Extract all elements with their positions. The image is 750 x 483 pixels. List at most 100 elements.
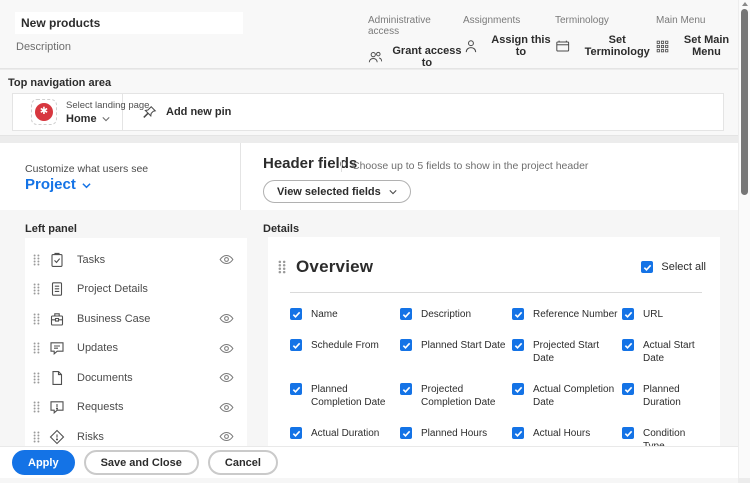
drag-handle-icon[interactable] <box>33 372 40 384</box>
field-checkbox-actual-duration[interactable]: Actual Duration <box>290 418 400 447</box>
drag-handle-icon[interactable] <box>33 342 40 354</box>
drag-handle-icon[interactable] <box>33 283 40 295</box>
save-and-close-button[interactable]: Save and Close <box>84 450 199 475</box>
left-panel-item-risks[interactable]: Risks <box>25 422 247 447</box>
assign-this-to-button[interactable]: Assign this to <box>463 34 555 58</box>
field-checkbox-actual-start-date[interactable]: Actual Start Date <box>622 330 710 374</box>
checkbox-checked-icon <box>400 308 412 320</box>
main-top-bar: Customize what users see Project Header … <box>0 143 738 210</box>
field-label: Planned Duration <box>643 383 706 409</box>
checkbox-checked-icon <box>400 427 412 439</box>
checkbox-checked-icon <box>290 383 302 395</box>
field-checkbox-description[interactable]: Description <box>400 299 512 330</box>
overview-header: Overview Select all <box>278 257 706 277</box>
left-panel-item-business-case[interactable]: Business Case <box>25 304 247 334</box>
header-menu-assignments: AssignmentsAssign this to <box>463 15 555 69</box>
checkbox-checked-icon <box>290 427 302 439</box>
scrollbar-thumb[interactable] <box>741 9 748 195</box>
field-label: Planned Hours <box>421 427 487 440</box>
description-field[interactable]: Description <box>16 41 71 53</box>
vertical-divider <box>240 143 241 210</box>
field-checkbox-planned-duration[interactable]: Planned Duration <box>622 374 710 418</box>
drag-handle-icon[interactable] <box>33 254 40 266</box>
field-checkbox-name[interactable]: Name <box>290 299 400 330</box>
field-checkbox-actual-completion-date[interactable]: Actual Completion Date <box>512 374 622 418</box>
left-panel-item-documents[interactable]: Documents <box>25 363 247 393</box>
field-checkbox-actual-hours[interactable]: Actual Hours <box>512 418 622 447</box>
field-checkbox-schedule-from[interactable]: Schedule From <box>290 330 400 374</box>
set-terminology-button[interactable]: Set Terminology <box>555 34 656 58</box>
field-label: Projected Start Date <box>533 339 618 365</box>
overview-title: Overview <box>296 257 373 277</box>
apply-button[interactable]: Apply <box>12 450 75 475</box>
checkbox-checked-icon <box>400 339 412 351</box>
add-new-pin-button[interactable]: Add new pin <box>123 94 231 130</box>
risks-icon <box>49 429 65 445</box>
eye-icon[interactable] <box>219 311 234 326</box>
field-label: Actual Duration <box>311 427 379 440</box>
left-panel-heading: Left panel <box>25 223 77 235</box>
requests-icon <box>49 399 65 415</box>
eye-icon[interactable] <box>219 341 234 356</box>
details-card: Overview Select all Name Description Refer… <box>268 237 720 447</box>
field-label: Description <box>421 308 471 321</box>
left-panel-item-label: Updates <box>77 342 219 354</box>
top-navigation-row: ✱ Select landing page Home Add new pin <box>12 93 724 131</box>
header-menu-main-menu: Main MenuSet Main Menu <box>656 15 736 69</box>
customize-label: Customize what users see <box>25 163 148 175</box>
cancel-button[interactable]: Cancel <box>208 450 278 475</box>
header-menu-action-label: Assign this to <box>487 34 555 58</box>
project-details-icon <box>49 281 65 297</box>
field-checkbox-planned-hours[interactable]: Planned Hours <box>400 418 512 447</box>
tasks-icon <box>49 252 65 268</box>
checkbox-checked-icon <box>622 308 634 320</box>
field-label: Name <box>311 308 338 321</box>
grant-access-to-button[interactable]: Grant access to <box>368 45 463 69</box>
checkbox-checked-icon <box>400 383 412 395</box>
eye-icon[interactable] <box>219 429 234 444</box>
left-panel-item-updates[interactable]: Updates <box>25 334 247 364</box>
drag-handle-icon[interactable] <box>33 431 40 443</box>
template-title-input[interactable] <box>15 12 243 34</box>
field-checkbox-url[interactable]: URL <box>622 299 710 330</box>
field-label: Projected Completion Date <box>421 383 508 409</box>
left-panel-item-requests[interactable]: Requests <box>25 393 247 423</box>
chevron-down-icon <box>389 189 397 195</box>
field-checkbox-reference-number[interactable]: Reference Number <box>512 299 622 330</box>
field-checkbox-planned-completion-date[interactable]: Planned Completion Date <box>290 374 400 418</box>
field-checkbox-planned-start-date[interactable]: Planned Start Date <box>400 330 512 374</box>
eye-icon[interactable] <box>219 370 234 385</box>
drag-handle-icon[interactable] <box>33 313 40 325</box>
field-checkbox-condition-type[interactable]: Condition Type <box>622 418 710 447</box>
chevron-down-icon <box>82 182 91 189</box>
left-panel-item-project-details[interactable]: Project Details <box>25 275 247 305</box>
drag-handle-icon[interactable] <box>278 260 286 274</box>
header-menu-label: Administrative access <box>368 15 463 37</box>
top-navigation-section: Top navigation area ✱ Select landing pag… <box>0 70 738 136</box>
fields-grid: Name Description Reference NumberURL Schedu… <box>290 299 710 447</box>
pin-icon <box>142 105 157 120</box>
checkbox-checked-icon <box>290 308 302 320</box>
object-type-select[interactable]: Project <box>25 176 91 193</box>
select-all-checkbox[interactable]: Select all <box>641 261 706 273</box>
drag-handle-icon[interactable] <box>33 401 40 413</box>
field-checkbox-projected-start-date[interactable]: Projected Start Date <box>512 330 622 374</box>
left-panel-item-label: Risks <box>77 431 219 443</box>
checkbox-checked-icon <box>512 308 524 320</box>
footer-bar: Apply Save and Close Cancel <box>0 447 750 478</box>
field-checkbox-projected-completion-date[interactable]: Projected Completion Date <box>400 374 512 418</box>
vertical-scrollbar[interactable] <box>738 0 750 478</box>
eye-icon[interactable] <box>219 252 234 267</box>
field-label: Actual Start Date <box>643 339 706 365</box>
scroll-up-arrow-icon[interactable] <box>742 2 748 6</box>
set-main-menu-button[interactable]: Set Main Menu <box>656 34 736 58</box>
overview-divider <box>290 292 702 293</box>
top-navigation-heading: Top navigation area <box>8 77 111 89</box>
view-selected-fields-button[interactable]: View selected fields <box>263 180 411 203</box>
checkbox-checked-icon <box>622 427 634 439</box>
landing-page-selector[interactable]: ✱ Select landing page Home <box>13 94 123 130</box>
header-menu-label: Terminology <box>555 15 656 26</box>
eye-icon[interactable] <box>219 400 234 415</box>
checkbox-checked-icon <box>512 383 524 395</box>
left-panel-item-tasks[interactable]: Tasks <box>25 245 247 275</box>
